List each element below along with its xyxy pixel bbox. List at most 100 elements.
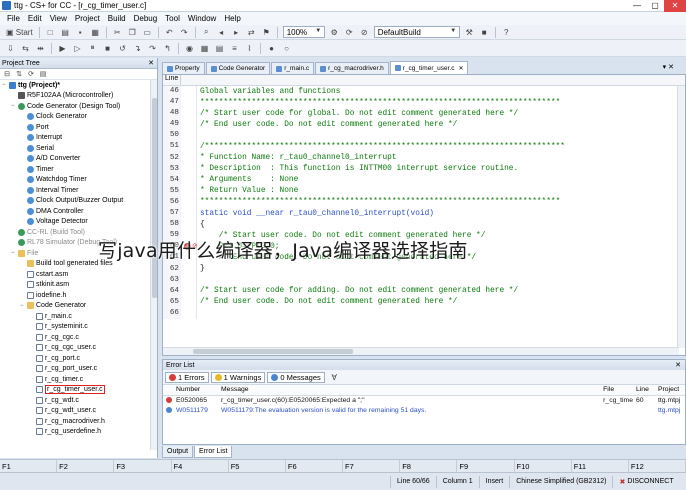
tree-item[interactable]: Timer <box>0 164 157 175</box>
menu-build[interactable]: Build <box>104 14 130 23</box>
breakpoint-gutter[interactable] <box>181 296 197 308</box>
editor-tab[interactable]: r_cg_timer_user.c ✕ <box>389 61 469 74</box>
code-line[interactable]: 56 **************************************… <box>163 196 685 209</box>
disconnect-icon[interactable]: ⇹ <box>34 42 47 54</box>
code-line[interactable]: 53 * Description : This function is INTTM… <box>163 163 685 175</box>
breakpoint-gutter[interactable] <box>181 174 197 186</box>
menu-help[interactable]: Help <box>220 14 244 23</box>
breakpoint-gutter[interactable] <box>181 285 197 297</box>
redo-icon[interactable]: ↷ <box>178 26 191 38</box>
tree-item[interactable]: cstart.asm <box>0 269 157 280</box>
code-line[interactable]: 49 /* End user code. Do not edit comment … <box>163 119 685 131</box>
breakpoint-gutter[interactable] <box>181 130 197 142</box>
editor-tab[interactable]: r_cg_macrodriver.h <box>315 62 389 74</box>
breakpoint-gutter[interactable] <box>181 219 197 231</box>
breakpoint-gutter[interactable] <box>181 208 197 220</box>
code-line[interactable]: 47 **************************************… <box>163 97 685 109</box>
rebuild-icon[interactable]: ⟳ <box>343 26 356 38</box>
tree-item[interactable]: Port <box>0 122 157 133</box>
code-line[interactable]: 57 static void __near r_tau0_channel0_int… <box>163 208 685 220</box>
editor-tab[interactable]: Code Generator <box>205 62 271 74</box>
maximize-icon[interactable]: ▢ <box>646 0 664 12</box>
tree-item[interactable]: Clock Generator <box>0 112 157 123</box>
undo-icon[interactable]: ↶ <box>163 26 176 38</box>
tree-item[interactable]: − Code Generator (Design Tool) <box>0 101 157 112</box>
warnings-filter-button[interactable]: 1 Warnings <box>210 371 266 383</box>
fkey-f4[interactable]: F4 <box>172 460 229 472</box>
col-type[interactable] <box>163 385 173 396</box>
trace-icon[interactable]: ⌇ <box>243 42 256 54</box>
breakpoint-gutter[interactable] <box>181 163 197 175</box>
tree-item[interactable]: r_main.c <box>0 311 157 322</box>
tree-item[interactable]: r_cg_timer.c <box>0 374 157 385</box>
code-line[interactable]: 65 /* End user code. Do not edit comment … <box>163 296 685 308</box>
expand-toggle-icon[interactable]: − <box>11 103 18 109</box>
tree-item[interactable]: DMA Controller <box>0 206 157 217</box>
reset-icon[interactable]: ↺ <box>116 42 129 54</box>
go-icon[interactable]: ▶ <box>56 42 69 54</box>
download-icon[interactable]: ⇩ <box>4 42 17 54</box>
memory-icon[interactable]: ▦ <box>198 42 211 54</box>
save-all-icon[interactable]: ▦ <box>89 26 102 38</box>
tree-item[interactable]: − ttg (Project)* <box>0 80 157 91</box>
stop-build-icon[interactable]: ■ <box>478 26 491 38</box>
menu-window[interactable]: Window <box>184 14 220 23</box>
code-line[interactable]: 64 /* Start user code for adding. Do not … <box>163 285 685 297</box>
zoom-select[interactable]: 100% ▼ <box>282 26 325 38</box>
build-settings-icon[interactable]: ⚒ <box>463 26 476 38</box>
breakpoint-gutter[interactable] <box>181 307 197 319</box>
register-icon[interactable]: ▤ <box>213 42 226 54</box>
tree-item[interactable]: Interval Timer <box>0 185 157 196</box>
expand-toggle-icon[interactable]: − <box>2 82 9 88</box>
breakpoint-gutter[interactable] <box>181 119 197 131</box>
tree-item[interactable]: r_cg_port_user.c <box>0 364 157 375</box>
fkey-f7[interactable]: F7 <box>343 460 401 472</box>
col-message[interactable]: Message <box>218 385 601 396</box>
code-line[interactable]: 48 /* Start user code for global. Do not … <box>163 108 685 120</box>
code-line[interactable]: 55 * Return Value : None <box>163 185 685 197</box>
editor-tab[interactable]: r_main.c <box>271 62 315 74</box>
replace-icon[interactable]: ⇄ <box>245 26 258 38</box>
tree-item[interactable]: r_cg_wdt.c <box>0 395 157 406</box>
run-icon[interactable]: ▷ <box>71 42 84 54</box>
fkey-f2[interactable]: F2 <box>57 460 115 472</box>
tab-error-list[interactable]: Error List <box>194 446 233 458</box>
code-line[interactable]: 66 <box>163 307 685 319</box>
sort-icon[interactable]: ⇅ <box>14 70 24 79</box>
find-next-icon[interactable]: ▸ <box>230 26 243 38</box>
filter-icon[interactable]: ∀ <box>328 371 341 383</box>
errors-filter-button[interactable]: 1 Errors <box>165 371 209 383</box>
col-file[interactable]: File <box>600 385 633 396</box>
cut-icon[interactable]: ✂ <box>111 26 124 38</box>
editor-horizontal-scrollbar[interactable] <box>163 347 679 355</box>
code-line[interactable]: 62} <box>163 263 685 275</box>
close-icon[interactable]: ✕ <box>664 0 686 12</box>
messages-filter-button[interactable]: 0 Messages <box>267 371 325 383</box>
new-file-icon[interactable]: □ <box>44 26 57 38</box>
stop-icon[interactable]: ■ <box>101 42 114 54</box>
collapse-all-icon[interactable]: ⊟ <box>2 70 12 79</box>
connect-icon[interactable]: ⇆ <box>19 42 32 54</box>
menu-view[interactable]: View <box>46 14 71 23</box>
menu-project[interactable]: Project <box>71 14 104 23</box>
code-line[interactable]: 51 /*************************************… <box>163 141 685 153</box>
start-button[interactable]: ▣ Start <box>4 26 35 38</box>
fkey-f10[interactable]: F10 <box>515 460 572 472</box>
tree-item[interactable]: Watchdog Timer <box>0 175 157 186</box>
step-into-icon[interactable]: ↴ <box>131 42 144 54</box>
open-folder-icon[interactable]: ▤ <box>59 26 72 38</box>
clear-breakpoints-icon[interactable]: ○ <box>280 42 293 54</box>
clean-icon[interactable]: ⊘ <box>358 26 371 38</box>
scrollbar-thumb[interactable] <box>193 349 353 354</box>
properties-icon[interactable]: ▤ <box>38 70 48 79</box>
code-line[interactable]: 52 * Function Name: r_tau0_channel0_inter… <box>163 152 685 164</box>
menu-file[interactable]: File <box>3 14 24 23</box>
breakpoint-gutter[interactable] <box>181 108 197 120</box>
code-line[interactable]: 46 Global variables and functions <box>163 86 685 98</box>
col-line[interactable]: Line <box>633 385 655 396</box>
menu-tool[interactable]: Tool <box>161 14 184 23</box>
code-editor[interactable]: Line 46 Global variables and functions 47 *… <box>162 74 686 356</box>
tab-list-icon[interactable]: ▾ ✕ <box>663 63 674 71</box>
step-over-icon[interactable]: ↷ <box>146 42 159 54</box>
minimize-icon[interactable]: — <box>628 0 646 12</box>
